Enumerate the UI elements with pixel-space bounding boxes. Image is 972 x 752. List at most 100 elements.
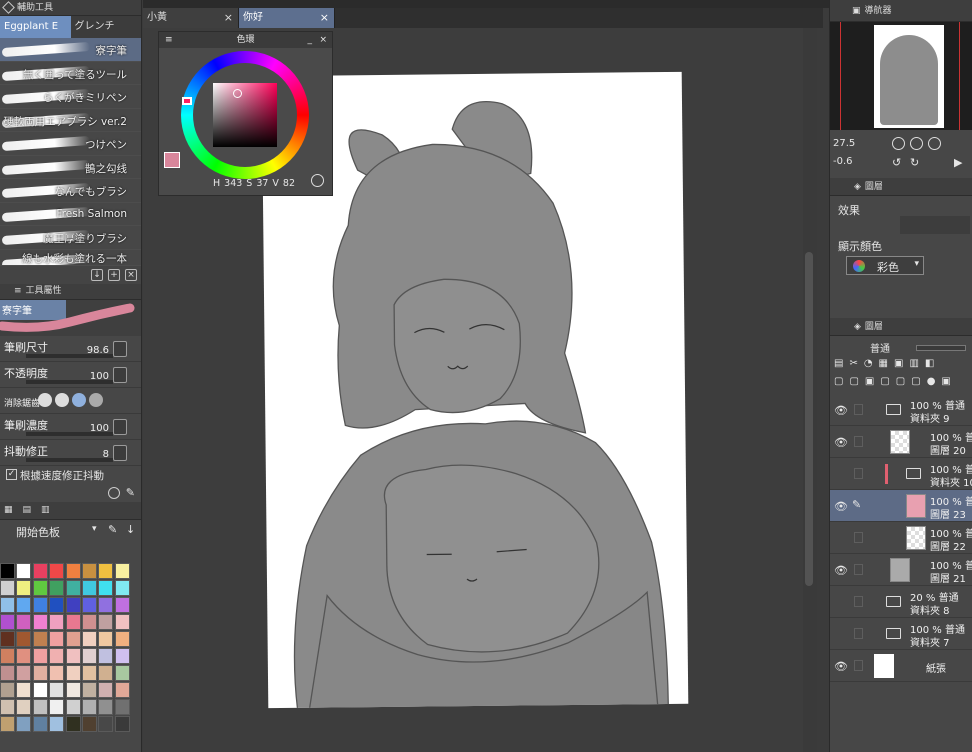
close-icon[interactable]: × xyxy=(224,8,233,28)
palette-tab-icon[interactable]: ▥ xyxy=(41,502,50,518)
palette-swatch[interactable] xyxy=(81,614,97,630)
eye-icon[interactable]: 👁 xyxy=(834,660,848,673)
close-icon[interactable]: × xyxy=(320,8,329,28)
palette-swatch[interactable] xyxy=(98,716,114,732)
color-mode-icon[interactable] xyxy=(311,174,324,187)
download-icon[interactable]: ↓ xyxy=(91,268,103,281)
palette-swatch[interactable] xyxy=(65,597,81,613)
opacity-bar[interactable] xyxy=(916,345,966,351)
palette-swatch[interactable] xyxy=(65,682,81,698)
menu-icon[interactable]: ≡ xyxy=(165,32,173,48)
palette-swatch[interactable] xyxy=(16,699,32,715)
palette-swatch[interactable] xyxy=(0,665,15,681)
main-color-swatch[interactable] xyxy=(164,152,180,168)
palette-swatch[interactable] xyxy=(0,716,15,732)
brush-item[interactable]: Fresh Salmon xyxy=(0,203,141,226)
palette-swatch[interactable] xyxy=(49,716,65,732)
zoom-value[interactable]: 27.5 xyxy=(833,138,855,149)
palette-tab-icon[interactable]: ▤ xyxy=(23,502,32,518)
palette-swatch[interactable] xyxy=(81,597,97,613)
palette-swatch[interactable] xyxy=(16,597,32,613)
palette-swatch[interactable] xyxy=(0,648,15,664)
palette-swatch[interactable] xyxy=(98,665,114,681)
layer-row[interactable]: 👁 100 % 普通 資料夾 9 xyxy=(830,394,972,426)
param-density[interactable]: 筆刷濃度 100 xyxy=(0,414,141,440)
stabilization-dropdown[interactable] xyxy=(113,444,127,461)
layer-row[interactable]: 100 % 普通 資料夾 7 xyxy=(830,618,972,650)
wrench-icon[interactable]: ✎ xyxy=(126,486,135,499)
palette-swatch[interactable] xyxy=(32,682,48,698)
palette-swatch[interactable] xyxy=(114,580,130,596)
density-dropdown[interactable] xyxy=(113,418,127,435)
settings-icon[interactable] xyxy=(107,486,120,499)
brush-item[interactable]: 無く囲って塗るツール xyxy=(0,62,141,85)
palette-swatch[interactable] xyxy=(16,631,32,647)
palette-swatch[interactable] xyxy=(49,597,65,613)
param-stabilization[interactable]: 抖動修正 8 xyxy=(0,440,141,466)
palette-swatch[interactable] xyxy=(0,631,15,647)
palette-swatch[interactable] xyxy=(0,614,15,630)
palette-swatch[interactable] xyxy=(49,699,65,715)
palette-swatch[interactable] xyxy=(49,580,65,596)
layer-row[interactable]: 100 % 普通圖層 22 xyxy=(830,522,972,554)
eye-icon[interactable]: 👁 xyxy=(834,564,848,577)
rotate-right-icon[interactable]: ↻ xyxy=(910,156,919,169)
sv-square[interactable] xyxy=(213,83,277,147)
tab-document-2[interactable]: 你好 × xyxy=(239,8,335,28)
palette-swatch[interactable] xyxy=(98,631,114,647)
brush-item[interactable]: 硬軟両用エアブラシ ver.2 xyxy=(0,109,141,132)
zoom-out-icon[interactable] xyxy=(892,137,905,150)
brush-item[interactable]: 魔王厚塗りブラシ xyxy=(0,226,141,250)
fit-icon[interactable] xyxy=(928,137,941,150)
tab-document-1[interactable]: 小黃 × xyxy=(143,8,239,28)
palette-swatch[interactable] xyxy=(65,614,81,630)
palette-swatch[interactable] xyxy=(114,597,130,613)
palette-swatch[interactable] xyxy=(32,614,48,630)
palette-swatch[interactable] xyxy=(81,716,97,732)
palette-swatch[interactable] xyxy=(65,580,81,596)
palette-swatch[interactable] xyxy=(16,648,32,664)
palette-swatch[interactable] xyxy=(49,665,65,681)
brush-item[interactable]: らくがきミリペン xyxy=(0,85,141,109)
palette-swatch[interactable] xyxy=(49,682,65,698)
antialias-options[interactable] xyxy=(38,392,103,407)
trash-icon[interactable]: × xyxy=(125,268,137,281)
palette-swatch[interactable] xyxy=(114,682,130,698)
param-antialias[interactable]: 消除鋸齒 xyxy=(0,388,141,414)
palette-swatch[interactable] xyxy=(81,665,97,681)
effect-icons[interactable] xyxy=(900,216,970,234)
palette-swatch[interactable] xyxy=(32,580,48,596)
color-wheel-titlebar[interactable]: ≡ 色環 _ × xyxy=(159,32,332,48)
palette-swatch[interactable] xyxy=(16,682,32,698)
palette-swatch[interactable] xyxy=(49,614,65,630)
layer-tools-row-2[interactable]: ▢▢▣▢▢▢●▣ xyxy=(834,376,957,387)
layer-tools-row-1[interactable]: ▤✂◔▦▣▥◧ xyxy=(834,358,940,369)
wrench-icon[interactable]: ✎ xyxy=(108,523,117,536)
tab-grenche[interactable]: グレンチ xyxy=(71,16,142,38)
brush-item[interactable]: 鵲之勾线 xyxy=(0,156,141,179)
palette-swatch[interactable] xyxy=(114,563,130,579)
palette-swatch[interactable] xyxy=(16,665,32,681)
close-icon[interactable]: × xyxy=(319,32,327,48)
eye-icon[interactable]: 👁 xyxy=(834,500,848,513)
palette-swatch[interactable] xyxy=(98,580,114,596)
sv-cursor[interactable] xyxy=(233,89,242,98)
minimize-icon[interactable]: _ xyxy=(308,32,313,48)
layer-row[interactable]: 20 % 普通 資料夾 8 xyxy=(830,586,972,618)
palette-swatch[interactable] xyxy=(65,648,81,664)
palette-swatch[interactable] xyxy=(32,665,48,681)
palette-swatch[interactable] xyxy=(81,682,97,698)
brush-size-dropdown[interactable] xyxy=(113,340,127,357)
palette-swatch[interactable] xyxy=(32,631,48,647)
palette-swatch[interactable] xyxy=(32,716,48,732)
eye-icon[interactable]: 👁 xyxy=(834,436,848,449)
palette-swatch[interactable] xyxy=(114,665,130,681)
layer-row-selected[interactable]: 👁✎100 % 普通圖層 23 xyxy=(830,490,972,522)
duplicate-icon[interactable]: + xyxy=(108,268,120,281)
navigator-preview[interactable] xyxy=(830,22,972,130)
brush-item[interactable]: 寮字筆 xyxy=(0,38,141,62)
tab-eggplant[interactable]: Eggplant E xyxy=(0,16,71,38)
palette-swatch[interactable] xyxy=(16,563,32,579)
palette-swatch[interactable] xyxy=(0,682,15,698)
palette-swatch[interactable] xyxy=(98,563,114,579)
